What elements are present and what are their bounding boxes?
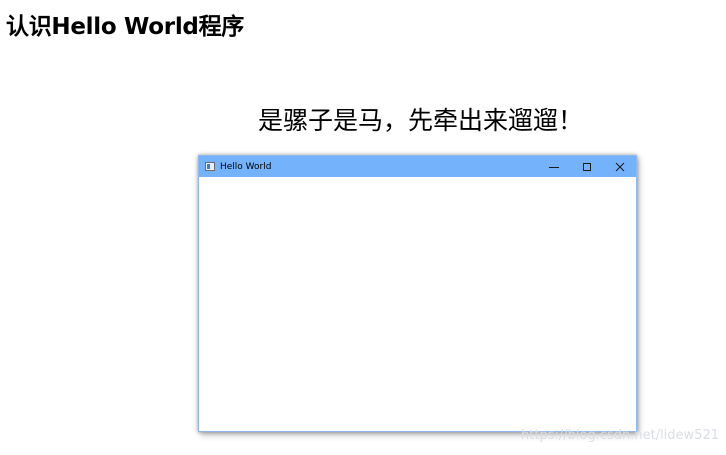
- window-controls: [537, 156, 636, 177]
- hello-world-window[interactable]: Hello World: [198, 155, 637, 432]
- minimize-button[interactable]: [537, 156, 570, 177]
- slide-subtitle: 是骡子是马，先牵出来遛遛！: [258, 106, 584, 135]
- close-icon: [615, 162, 624, 171]
- window-client-area[interactable]: [199, 177, 636, 431]
- window-titlebar[interactable]: Hello World: [199, 156, 636, 177]
- close-button[interactable]: [603, 156, 636, 177]
- app-window-icon[interactable]: [205, 162, 215, 171]
- maximize-icon: [582, 162, 591, 171]
- window-title: Hello World: [220, 161, 272, 172]
- minimize-icon: [548, 166, 559, 168]
- page-title: 认识Hello World程序: [6, 14, 244, 40]
- maximize-button[interactable]: [570, 156, 603, 177]
- watermark: https://blog.csdn.net/lidew521: [521, 428, 719, 443]
